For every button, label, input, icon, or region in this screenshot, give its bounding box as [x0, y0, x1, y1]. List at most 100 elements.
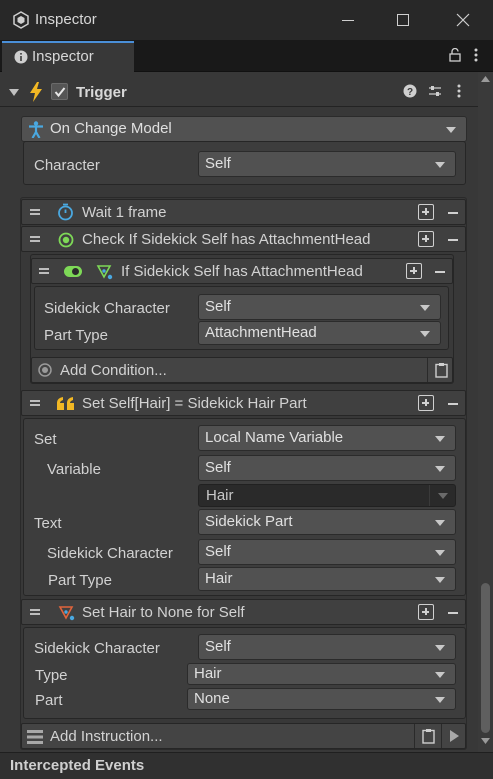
toggle-knob-icon: [72, 268, 79, 275]
hair-type-value: Hair: [194, 665, 222, 682]
hair-type-label: Type: [35, 667, 68, 684]
window-title: Inspector: [35, 11, 97, 28]
instruction-set-hair[interactable]: Set Hair to None for Self: [21, 599, 466, 625]
list-icon: [27, 730, 43, 744]
remove-icon[interactable]: [448, 403, 458, 405]
sidekick-bone-icon: [96, 265, 113, 280]
chevron-down-icon: [438, 493, 448, 499]
drag-handle-icon[interactable]: [30, 609, 40, 615]
maximize-button[interactable]: [385, 8, 419, 32]
timer-icon: [58, 203, 73, 221]
drag-handle-icon[interactable]: [30, 236, 40, 242]
scroll-down-arrow-icon[interactable]: [481, 738, 490, 744]
chevron-down-icon: [435, 697, 445, 703]
hair-part-dropdown[interactable]: None: [187, 688, 456, 710]
minimize-button[interactable]: [330, 8, 364, 32]
chevron-down-icon: [435, 550, 445, 556]
clipboard-icon: [435, 363, 448, 378]
set-part-type-dropdown[interactable]: Hair: [198, 567, 456, 591]
paste-instruction-button[interactable]: [414, 724, 441, 748]
trigger-title: Trigger: [76, 84, 127, 101]
hair-sidekick-dropdown[interactable]: Self: [198, 634, 456, 660]
instruction-wait[interactable]: Wait 1 frame: [21, 199, 466, 225]
scroll-up-arrow-icon[interactable]: [481, 76, 490, 82]
hair-sidekick-label: Sidekick Character: [34, 640, 160, 657]
run-button[interactable]: [441, 724, 466, 748]
remove-icon[interactable]: [448, 612, 458, 614]
text-dropdown[interactable]: Sidekick Part: [198, 509, 456, 535]
trigger-component-header[interactable]: Trigger ?: [0, 80, 476, 106]
help-icon[interactable]: ?: [403, 84, 417, 98]
remove-icon[interactable]: [448, 212, 458, 214]
paste-button[interactable]: [427, 358, 454, 382]
character-dropdown[interactable]: Self: [198, 151, 456, 177]
hair-sidekick-value: Self: [205, 638, 231, 655]
event-type-label: On Change Model: [50, 120, 172, 137]
variable-name-field[interactable]: Hair: [198, 484, 456, 507]
component-menu-icon[interactable]: [457, 84, 461, 98]
chevron-down-icon: [435, 436, 445, 442]
header-divider: [0, 106, 478, 107]
instruction-set-hair-label: Set Hair to None for Self: [82, 604, 245, 621]
chevron-down-icon: [435, 162, 445, 168]
instruction-set-variable[interactable]: Set Self[Hair] = Sidekick Hair Part: [21, 390, 466, 416]
event-type-dropdown[interactable]: On Change Model: [21, 116, 467, 142]
set-label: Set: [34, 431, 57, 448]
set-part-type-value: Hair: [205, 570, 233, 587]
toggle-icon[interactable]: [64, 266, 82, 277]
intercepted-events-label: Intercepted Events: [10, 757, 145, 774]
chevron-down-icon: [435, 672, 445, 678]
condition-part-type-value: AttachmentHead: [205, 324, 317, 341]
add-condition-button[interactable]: Add Condition...: [31, 357, 453, 383]
kebab-menu-icon[interactable]: [474, 48, 478, 62]
variable-value: Self: [205, 459, 231, 476]
add-below-icon[interactable]: [418, 604, 434, 620]
preset-sliders-icon[interactable]: [428, 84, 442, 98]
add-below-icon[interactable]: [418, 204, 434, 220]
instruction-check-sidekick[interactable]: Check If Sidekick Self has AttachmentHea…: [21, 226, 466, 252]
quote-icon: [57, 397, 74, 410]
lightning-icon: [30, 82, 42, 102]
intercepted-events-bar[interactable]: Intercepted Events: [0, 752, 493, 779]
condition-sidekick-value: Self: [205, 298, 231, 315]
set-part-type-label: Part Type: [48, 572, 112, 589]
check-circle-icon: [58, 232, 74, 248]
maximize-icon: [397, 14, 409, 26]
variable-dropdown[interactable]: Self: [198, 455, 456, 481]
remove-icon[interactable]: [435, 271, 445, 273]
drag-handle-icon[interactable]: [30, 209, 40, 215]
add-below-icon[interactable]: [418, 395, 434, 411]
set-sidekick-dropdown[interactable]: Self: [198, 539, 456, 565]
unity-logo-icon: [13, 11, 29, 29]
remove-icon[interactable]: [448, 239, 458, 241]
condition-label: If Sidekick Self has AttachmentHead: [121, 263, 363, 280]
foldout-arrow-icon[interactable]: [9, 89, 19, 96]
add-instruction-button[interactable]: Add Instruction...: [21, 723, 466, 749]
condition-part-type-dropdown[interactable]: AttachmentHead: [198, 321, 441, 345]
tab-label: Inspector: [32, 48, 94, 65]
hair-part-value: None: [194, 690, 230, 707]
chevron-down-icon: [446, 127, 456, 133]
instruction-check-label: Check If Sidekick Self has AttachmentHea…: [82, 231, 371, 248]
condition-has-part[interactable]: If Sidekick Self has AttachmentHead: [31, 258, 453, 284]
play-icon: [450, 730, 459, 742]
chevron-down-icon: [435, 577, 445, 583]
hair-type-dropdown[interactable]: Hair: [187, 663, 456, 685]
set-dropdown[interactable]: Local Name Variable: [198, 425, 456, 451]
close-icon: [456, 13, 470, 27]
variable-name-dropdown-button[interactable]: [429, 485, 455, 506]
add-condition-label: Add Condition...: [60, 362, 167, 379]
chevron-down-icon: [435, 645, 445, 651]
svg-text:?: ?: [407, 87, 413, 98]
drag-handle-icon[interactable]: [39, 268, 49, 274]
add-below-icon[interactable]: [406, 263, 422, 279]
trigger-enabled-checkbox[interactable]: [51, 83, 68, 100]
lock-icon[interactable]: [449, 48, 461, 62]
condition-sidekick-dropdown[interactable]: Self: [198, 294, 441, 320]
set-value: Local Name Variable: [205, 429, 344, 446]
scrollbar-thumb[interactable]: [481, 583, 490, 733]
tab-inspector[interactable]: Inspector: [2, 41, 134, 72]
close-button[interactable]: [445, 8, 479, 32]
drag-handle-icon[interactable]: [30, 400, 40, 406]
add-below-icon[interactable]: [418, 231, 434, 247]
